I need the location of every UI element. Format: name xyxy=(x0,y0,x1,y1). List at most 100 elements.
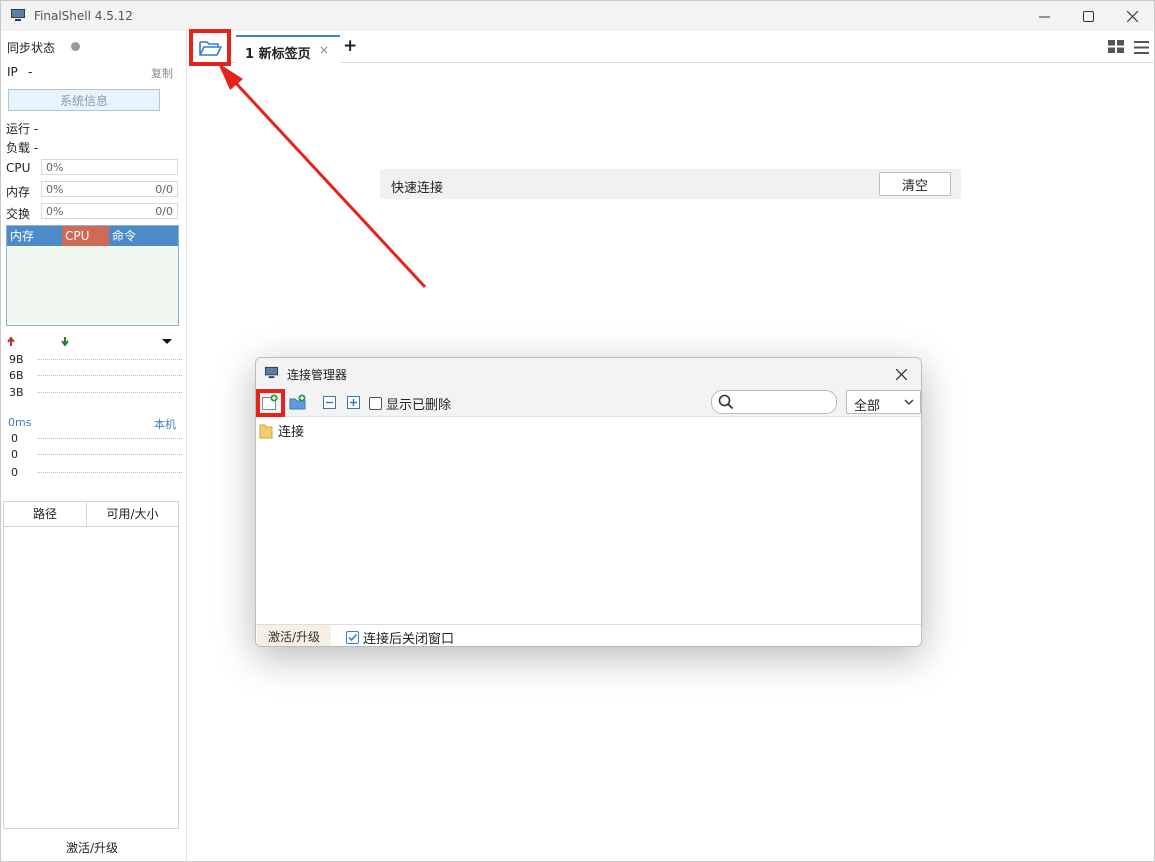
download-arrow-icon xyxy=(61,337,69,347)
graph-gridline xyxy=(37,359,182,360)
disk-col-path[interactable]: 路径 xyxy=(4,502,87,527)
memory-meter: 0% 0/0 xyxy=(41,181,178,197)
dialog-toolbar: 显示已删除 全部 xyxy=(256,388,921,417)
graph-gridline xyxy=(37,454,182,455)
app-monitor-icon xyxy=(11,9,25,21)
net-scale-label: 9B xyxy=(9,353,24,366)
chevron-down-icon xyxy=(904,399,914,405)
dialog-title: 连接管理器 xyxy=(287,368,348,382)
highlight-open-folder xyxy=(189,29,231,66)
tab-bar: 1 新标签页 × + xyxy=(187,31,1154,63)
ping-scale-label: 0 xyxy=(11,466,18,479)
show-deleted-label: 显示已删除 xyxy=(386,398,452,413)
graph-gridline xyxy=(37,472,182,473)
network-traffic-graph: 9B 6B 3B xyxy=(7,351,182,403)
ip-value: - xyxy=(28,65,33,79)
activate-upgrade-link[interactable]: 激活/升级 xyxy=(1,839,183,856)
folder-icon xyxy=(259,424,273,438)
graph-gridline xyxy=(37,375,182,376)
load-text: 负载 - xyxy=(6,141,39,155)
cpu-meter: 0% xyxy=(41,159,178,175)
collapse-all-icon[interactable] xyxy=(321,394,338,411)
highlight-new-connection xyxy=(256,389,285,417)
sync-status-label: 同步状态 xyxy=(7,41,56,55)
right-edge-panel xyxy=(1144,63,1154,861)
cpu-meter-label: CPU xyxy=(6,161,31,175)
ping-scale-label: 0 xyxy=(11,448,18,461)
close-icon xyxy=(1126,10,1138,22)
process-col-memory[interactable]: 内存 xyxy=(7,226,62,246)
net-scale-label: 3B xyxy=(9,386,24,399)
ip-label: IP xyxy=(7,65,18,79)
process-table[interactable]: 内存 CPU 命令 xyxy=(6,225,179,326)
close-after-connect-label: 连接后关闭窗口 xyxy=(363,632,455,647)
ping-scale-label: 0 xyxy=(11,432,18,445)
maximize-button[interactable] xyxy=(1065,1,1111,31)
connection-tree[interactable]: 连接 xyxy=(256,417,921,624)
disk-usage-table[interactable]: 路径 可用/大小 xyxy=(3,501,179,829)
cpu-meter-value: 0% xyxy=(46,161,64,174)
ping-target[interactable]: 本机 xyxy=(154,416,176,432)
quick-connect-label: 快速连接 xyxy=(391,181,444,196)
close-icon xyxy=(895,368,907,380)
dialog-title-bar[interactable]: 连接管理器 xyxy=(256,358,921,388)
graph-gridline xyxy=(37,392,182,393)
filter-value: 全部 xyxy=(854,399,881,414)
net-scale-label: 6B xyxy=(9,369,24,382)
grid-view-icon[interactable] xyxy=(1108,40,1124,53)
show-deleted-checkbox[interactable]: 显示已删除 xyxy=(369,394,451,413)
tab-label: 1 新标签页 xyxy=(245,47,311,62)
checkbox-checked-icon xyxy=(346,631,359,644)
disk-col-size[interactable]: 可用/大小 xyxy=(87,502,178,527)
process-col-command[interactable]: 命令 xyxy=(109,226,178,246)
checkbox-unchecked-icon xyxy=(369,397,382,410)
filter-select[interactable]: 全部 xyxy=(846,390,921,414)
close-after-connect-checkbox[interactable]: 连接后关闭窗口 xyxy=(346,628,455,647)
dialog-close-button[interactable] xyxy=(890,363,912,385)
upload-arrow-icon xyxy=(7,336,15,346)
swap-meter-extra: 0/0 xyxy=(155,205,173,218)
title-bar: FinalShell 4.5.12 xyxy=(1,1,1154,31)
search-icon xyxy=(718,394,734,410)
clear-button[interactable]: 清空 xyxy=(879,172,951,196)
disk-table-header: 路径 可用/大小 xyxy=(4,502,178,527)
system-info-button[interactable]: 系统信息 xyxy=(8,89,160,111)
checkmark-icon xyxy=(348,633,358,642)
dialog-footer: 激活/升级 连接后关闭窗口 xyxy=(256,624,921,646)
swap-meter-value: 0% xyxy=(46,205,64,218)
search-input[interactable] xyxy=(711,390,837,414)
sync-status-dot-icon xyxy=(71,42,80,51)
network-arrows xyxy=(7,336,172,347)
minimize-icon xyxy=(1038,16,1050,17)
add-tab-button[interactable]: + xyxy=(343,36,357,56)
dialog-activate-upgrade-button[interactable]: 激活/升级 xyxy=(257,625,331,646)
window-title: FinalShell 4.5.12 xyxy=(34,9,133,23)
connection-manager-icon xyxy=(265,366,278,379)
copy-ip-link[interactable]: 复制 xyxy=(151,65,173,81)
memory-meter-label: 内存 xyxy=(6,185,31,199)
tab-close-icon[interactable]: × xyxy=(319,43,329,57)
swap-meter-label: 交换 xyxy=(6,207,31,221)
tree-folder-item[interactable]: 连接 xyxy=(259,421,304,440)
process-col-cpu[interactable]: CPU xyxy=(62,226,109,246)
ping-graph: 0 0 0 xyxy=(7,431,182,481)
server-status-panel: 同步状态 IP - 复制 系统信息 运行 - 负载 - CPU 0% 内存 0%… xyxy=(1,31,187,861)
expand-all-icon[interactable] xyxy=(345,394,362,411)
uptime-text: 运行 - xyxy=(6,122,39,136)
menu-icon[interactable] xyxy=(1134,41,1149,54)
graph-gridline xyxy=(37,438,182,439)
close-window-button[interactable] xyxy=(1109,1,1155,31)
process-table-header: 内存 CPU 命令 xyxy=(7,226,178,246)
swap-meter: 0% 0/0 xyxy=(41,203,178,219)
tree-folder-label: 连接 xyxy=(278,425,305,440)
tab-new-tab[interactable]: 1 新标签页 × xyxy=(236,35,340,63)
ping-latency: 0ms xyxy=(8,416,32,429)
quick-connect-bar: 快速连接 清空 xyxy=(380,169,961,199)
memory-meter-value: 0% xyxy=(46,183,64,196)
minimize-button[interactable] xyxy=(1021,1,1067,31)
connection-manager-dialog: 连接管理器 显示已删除 全部 连接 激活/升级 连接后关闭窗口 xyxy=(255,357,922,647)
new-folder-icon[interactable] xyxy=(289,394,306,411)
maximize-icon xyxy=(1082,10,1094,22)
network-dropdown-icon[interactable] xyxy=(162,339,172,344)
memory-meter-extra: 0/0 xyxy=(155,183,173,196)
